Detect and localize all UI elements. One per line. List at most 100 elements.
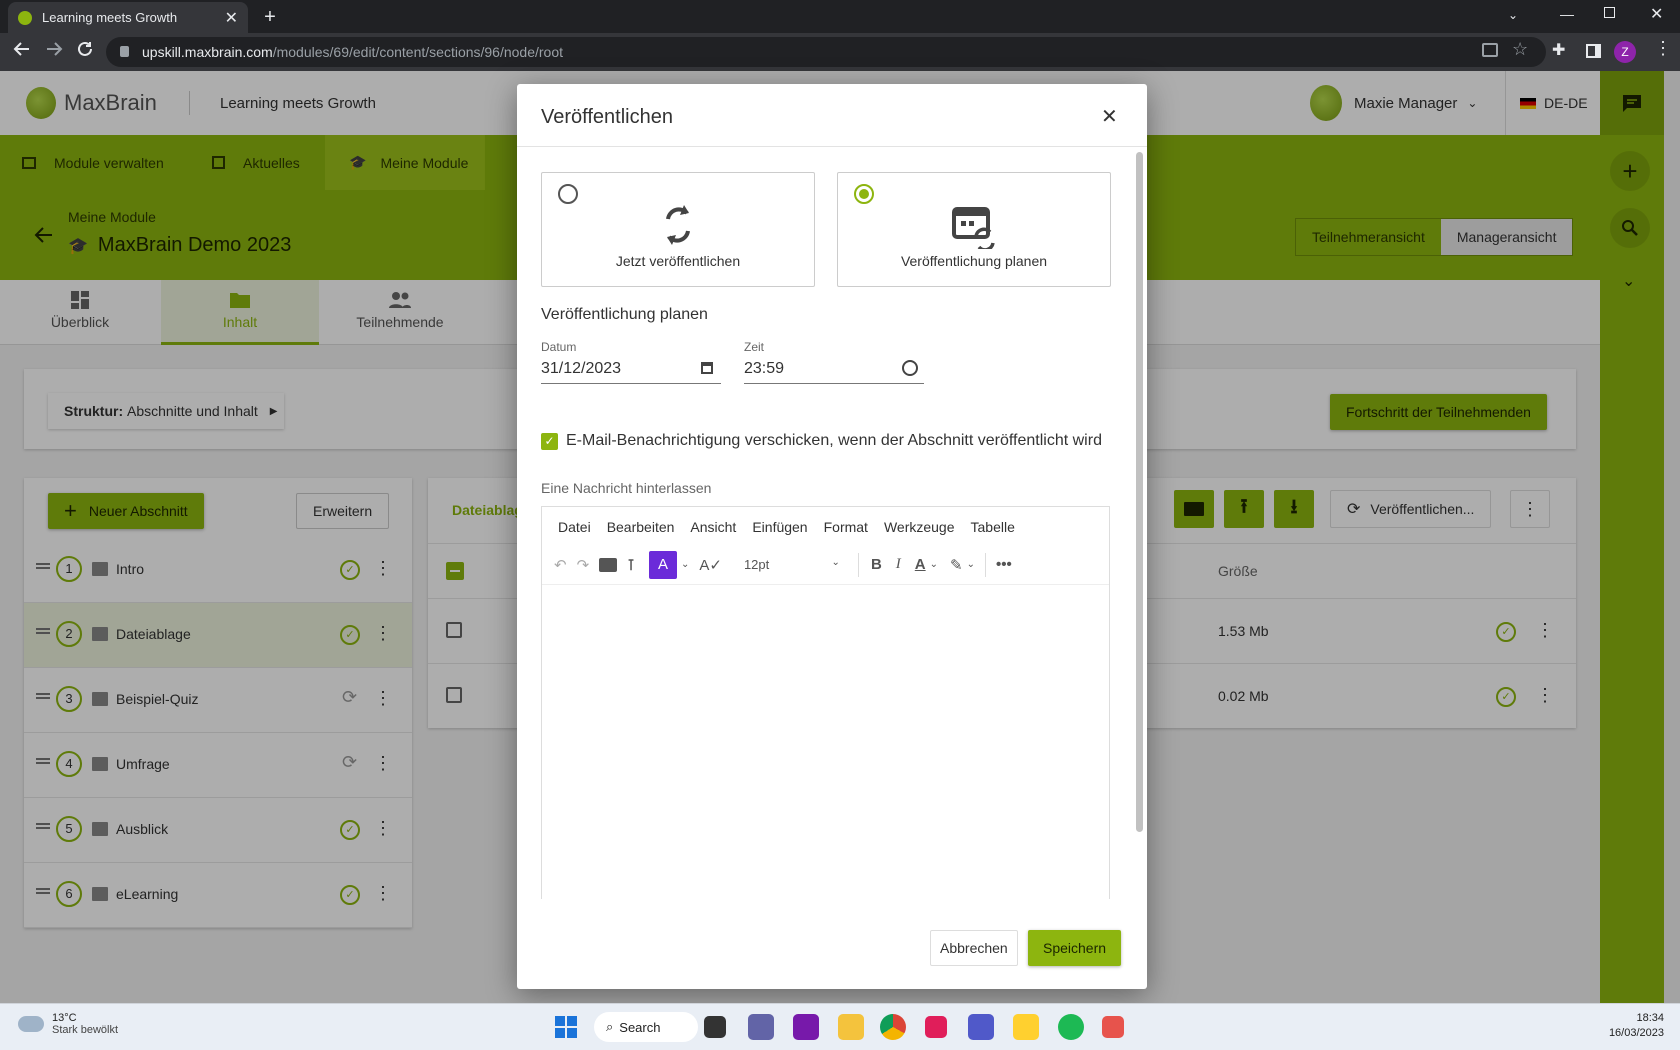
dialog-title: Veröffentlichen [541, 106, 673, 128]
weather-widget[interactable]: 13°C Stark bewölkt [18, 1012, 118, 1036]
close-window-icon[interactable]: ✕ [1650, 4, 1663, 24]
undo-icon[interactable]: ↶ [554, 556, 567, 574]
url-host: upskill.maxbrain.com [142, 44, 273, 60]
weather-text: Stark bewölkt [52, 1024, 119, 1036]
radio-publish-now[interactable] [558, 184, 578, 204]
print-icon[interactable] [599, 557, 618, 572]
site-favicon-icon [18, 10, 32, 25]
editor-toolbar: ↶ ↷ ⊺ A ⌄ A✓ 12pt ⌄ B I A ⌄ ✎ ⌄ ••• [542, 545, 1109, 585]
date-field[interactable]: Datum 31/12/2023 [541, 340, 721, 384]
text-color-icon[interactable]: A [915, 556, 926, 573]
redo-icon[interactable]: ↷ [577, 556, 590, 574]
back-icon[interactable] [12, 39, 32, 59]
editor-menu-item[interactable]: Format [824, 519, 868, 535]
italic-icon[interactable]: I [896, 556, 901, 573]
close-icon[interactable]: ✕ [1101, 104, 1118, 129]
font-size-value: 12pt [743, 557, 770, 572]
windows-start-icon[interactable] [555, 1016, 577, 1038]
dialog-scrollbar[interactable] [1136, 152, 1143, 832]
schedule-sync-icon [952, 207, 995, 249]
cancel-button[interactable]: Abbrechen [930, 930, 1018, 966]
editor-body[interactable] [542, 585, 1109, 898]
option-now-label: Jetzt veröffentlichen [615, 253, 741, 269]
accessibility-check-icon[interactable]: A✓ [699, 556, 722, 574]
reload-icon[interactable] [76, 40, 94, 58]
editor-menu-item[interactable]: Werkzeuge [884, 519, 955, 535]
onenote-icon[interactable] [793, 1014, 819, 1040]
spellcheck-icon[interactable]: A [648, 550, 677, 579]
extensions-icon[interactable]: ✚ [1552, 40, 1565, 60]
temperature: 13°C [52, 1012, 77, 1024]
teams-icon[interactable] [968, 1014, 994, 1040]
chevron-down-icon[interactable]: ⌄ [967, 559, 975, 570]
save-button[interactable]: Speichern [1028, 930, 1122, 966]
taskbar-search[interactable]: ⌕ Search [594, 1012, 698, 1042]
slack-icon[interactable] [925, 1016, 947, 1038]
miro-icon[interactable] [1013, 1014, 1039, 1040]
clock-date: 16/03/2023 [1608, 1027, 1664, 1039]
clock-icon[interactable] [902, 360, 918, 376]
browser-tab[interactable]: Learning meets Growth ✕ [8, 2, 248, 33]
option-schedule[interactable]: Veröffentlichung planen [837, 172, 1111, 287]
teams-chat-icon[interactable] [748, 1014, 774, 1040]
email-checkbox-label: E-Mail-Benachrichtigung verschicken, wen… [566, 432, 1102, 449]
format-painter-icon[interactable]: ⊺ [627, 556, 635, 574]
browser-toolbar: upskill.maxbrain.com /modules/69/edit/co… [0, 33, 1680, 71]
share-icon[interactable] [1482, 43, 1498, 57]
chrome-icon[interactable] [880, 1014, 906, 1040]
spotify-icon[interactable] [1058, 1014, 1084, 1040]
editor-menu-item[interactable]: Bearbeiten [607, 519, 675, 535]
clock-time: 18:34 [1636, 1012, 1664, 1024]
editor-menu-item[interactable]: Einfügen [752, 519, 807, 535]
email-notification-option[interactable]: ✓ E-Mail-Benachrichtigung verschicken, w… [541, 432, 1102, 450]
task-view-icon[interactable] [704, 1016, 726, 1038]
editor-menubar: Datei Bearbeiten Ansicht Einfügen Format Werk… [542, 507, 1109, 545]
side-panel-icon[interactable] [1586, 44, 1601, 58]
dialog-header-divider [517, 146, 1147, 147]
taskbar-search-label: Search [619, 1019, 661, 1035]
new-tab-button[interactable]: + [258, 6, 282, 28]
snipping-tool-icon[interactable] [1102, 1016, 1124, 1038]
schedule-heading: Veröffentlichung planen [541, 306, 708, 323]
profile-avatar[interactable]: Z [1614, 41, 1636, 63]
rich-text-editor: Datei Bearbeiten Ansicht Einfügen Format Werk… [541, 506, 1110, 899]
browser-tab-title: Learning meets Growth [42, 10, 178, 25]
message-label: Eine Nachricht hinterlassen [541, 480, 712, 496]
date-label: Datum [541, 340, 577, 354]
bold-icon[interactable]: B [871, 556, 882, 573]
editor-menu-item[interactable]: Datei [558, 519, 591, 535]
browser-tab-strip: Learning meets Growth ✕ + ⌄ — ✕ [0, 0, 1680, 33]
bookmark-star-icon[interactable]: ☆ [1512, 39, 1528, 60]
browser-menu-icon[interactable]: ⋮ [1654, 39, 1672, 57]
file-explorer-icon[interactable] [838, 1014, 864, 1040]
editor-menu-item[interactable]: Ansicht [690, 519, 736, 535]
minimize-window-icon[interactable]: — [1560, 6, 1574, 22]
font-size-select[interactable]: 12pt ⌄ [738, 557, 846, 572]
option-publish-now[interactable]: Jetzt veröffentlichen [541, 172, 815, 287]
taskbar-clock[interactable]: 18:34 16/03/2023 [1592, 1012, 1664, 1039]
option-schedule-label: Veröffentlichung planen [900, 253, 1048, 269]
editor-menu-item[interactable]: Tabelle [971, 519, 1015, 535]
restore-window-icon[interactable] [1604, 7, 1615, 18]
os-taskbar: 13°C Stark bewölkt ⌕ Search 18:34 16/03/… [0, 1003, 1680, 1050]
publish-dialog: Veröffentlichen ✕ Jetzt veröffentlichen … [517, 84, 1147, 989]
cloud-icon [18, 1016, 44, 1032]
date-value: 31/12/2023 [541, 360, 622, 377]
calendar-icon[interactable] [701, 362, 713, 374]
chevron-down-icon: ⌄ [831, 557, 840, 568]
address-bar[interactable]: upskill.maxbrain.com /modules/69/edit/co… [106, 37, 1546, 67]
email-checkbox[interactable]: ✓ [541, 432, 558, 450]
chevron-down-icon[interactable]: ⌄ [681, 559, 689, 570]
highlight-icon[interactable]: ✎ [950, 556, 963, 574]
more-tools-icon[interactable]: ••• [996, 556, 1012, 573]
radio-schedule[interactable] [854, 184, 874, 204]
time-field[interactable]: Zeit 23:59 [744, 340, 924, 384]
time-value: 23:59 [744, 360, 785, 377]
url-path: /modules/69/edit/content/sections/96/nod… [272, 44, 564, 60]
time-label: Zeit [744, 340, 765, 354]
forward-icon[interactable] [44, 39, 64, 59]
tab-search-icon[interactable]: ⌄ [1508, 8, 1518, 22]
close-tab-icon[interactable]: ✕ [225, 8, 238, 28]
sync-icon [666, 205, 690, 245]
chevron-down-icon[interactable]: ⌄ [930, 559, 938, 570]
